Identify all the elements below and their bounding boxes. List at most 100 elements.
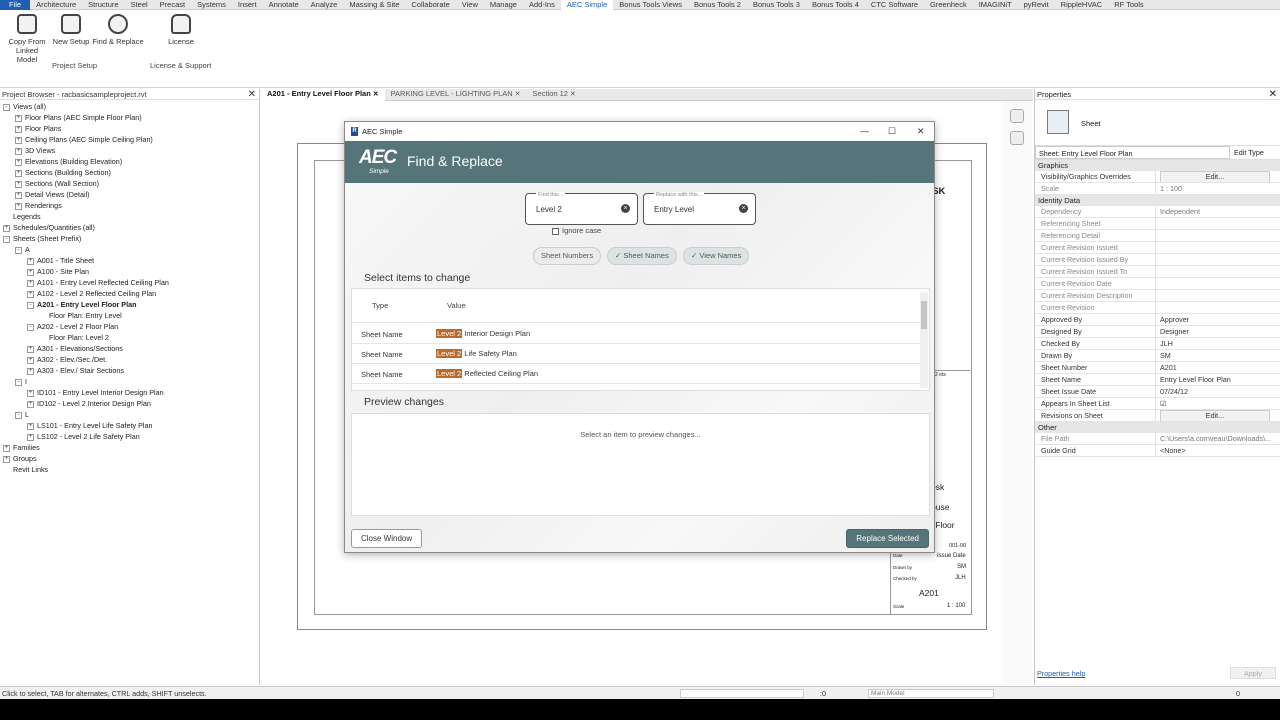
property-value[interactable]: [1155, 266, 1280, 277]
property-value[interactable]: Entry Level Floor Plan: [1155, 374, 1280, 385]
close-icon[interactable]: ✕: [917, 122, 925, 141]
filter-chip[interactable]: ✓ Sheet Names: [607, 247, 677, 265]
expand-toggle-icon[interactable]: +: [27, 279, 34, 287]
table-row[interactable]: Sheet Name Level 2 Interior Design Plan: [352, 324, 922, 344]
tree-item[interactable]: Floor Plan: Level 2: [0, 332, 258, 343]
menu-item[interactable]: Bonus Tools 4: [806, 0, 865, 10]
property-value[interactable]: Independent: [1155, 206, 1280, 217]
menu-item[interactable]: Steel: [125, 0, 154, 10]
tree-item[interactable]: -A: [0, 244, 258, 255]
tree-item[interactable]: + Sections (Wall Section): [0, 178, 258, 189]
expand-toggle-icon[interactable]: +: [27, 290, 34, 298]
tree-item[interactable]: + Families: [0, 442, 258, 453]
tree-item[interactable]: + Elevations (Building Elevation): [0, 156, 258, 167]
expand-toggle-icon[interactable]: +: [15, 202, 22, 210]
tree-item[interactable]: Floor Plan: Entry Level: [0, 310, 258, 321]
tree-item[interactable]: + LS101 - Entry Level Life Safety Plan: [0, 420, 258, 431]
property-value[interactable]: JLH: [1155, 338, 1280, 349]
tree-item[interactable]: + LS102 - Level 2 Life Safety Plan: [0, 431, 258, 442]
menu-item[interactable]: RippleHVAC: [1055, 0, 1109, 10]
tree-item[interactable]: + A301 - Elevations/Sections: [0, 343, 258, 354]
menu-item[interactable]: Add-Ins: [523, 0, 561, 10]
expand-toggle-icon[interactable]: -: [15, 246, 22, 254]
property-value[interactable]: Approver: [1155, 314, 1280, 325]
view-tab[interactable]: Section 12 ✕: [527, 88, 582, 101]
menu-item[interactable]: Systems: [191, 0, 232, 10]
expand-toggle-icon[interactable]: +: [15, 147, 22, 155]
tree-item[interactable]: + ID102 - Level 2 Interior Design Plan: [0, 398, 258, 409]
menu-item[interactable]: View: [456, 0, 484, 10]
expand-toggle-icon[interactable]: -: [27, 323, 34, 331]
view-tab[interactable]: PARKING LEVEL - LIGHTING PLAN ✕: [385, 88, 527, 101]
close-icon[interactable]: ✕: [513, 91, 521, 98]
property-value[interactable]: 07/24/12: [1155, 386, 1280, 397]
menu-item[interactable]: Bonus Tools 2: [688, 0, 747, 10]
clear-find-icon[interactable]: ×: [621, 204, 630, 213]
tree-item[interactable]: + A001 - Title Sheet: [0, 255, 258, 266]
property-value[interactable]: ☑: [1155, 398, 1280, 409]
table-scrollbar[interactable]: [920, 292, 928, 388]
expand-toggle-icon[interactable]: -: [3, 103, 10, 111]
maximize-icon[interactable]: ☐: [888, 122, 896, 141]
menu-item[interactable]: Collaborate: [405, 0, 455, 10]
tree-item[interactable]: + Detail Views (Detail): [0, 189, 258, 200]
tree-item[interactable]: + Renderings: [0, 200, 258, 211]
edit-type-button[interactable]: Edit Type: [1230, 146, 1280, 159]
steering-wheel-icon[interactable]: [1010, 109, 1024, 123]
property-value[interactable]: [1155, 278, 1280, 289]
menu-item[interactable]: Architecture: [30, 0, 82, 10]
property-value[interactable]: Edit...: [1155, 410, 1280, 421]
type-selector[interactable]: Sheet: [1035, 100, 1280, 146]
scrollbar-thumb[interactable]: [921, 301, 927, 329]
expand-toggle-icon[interactable]: +: [27, 422, 34, 430]
filter-chip[interactable]: Sheet Numbers: [533, 247, 602, 265]
menu-item[interactable]: CTC Software: [865, 0, 924, 10]
property-value[interactable]: Designer: [1155, 326, 1280, 337]
tree-item[interactable]: + Groups: [0, 453, 258, 464]
close-icon[interactable]: ✕: [568, 91, 576, 98]
tree-item[interactable]: + A102 - Level 2 Reflected Ceiling Plan: [0, 288, 258, 299]
menu-item[interactable]: IMAGINiT: [973, 0, 1018, 10]
expand-toggle-icon[interactable]: +: [3, 455, 10, 463]
expand-toggle-icon[interactable]: +: [27, 356, 34, 364]
menu-item[interactable]: RF Tools: [1108, 0, 1149, 10]
property-value[interactable]: C:\Users\a.cornveau\Downloads\...: [1155, 433, 1280, 444]
menu-item[interactable]: Bonus Tools 3: [747, 0, 806, 10]
tree-item[interactable]: + A101 - Entry Level Reflected Ceiling Pl…: [0, 277, 258, 288]
property-value[interactable]: Edit...: [1155, 171, 1280, 182]
property-value[interactable]: 1 : 100: [1155, 183, 1280, 194]
tree-item[interactable]: Revit Links: [0, 464, 258, 475]
tree-item[interactable]: + A303 - Elev./ Stair Sections: [0, 365, 258, 376]
expand-toggle-icon[interactable]: +: [15, 169, 22, 177]
expand-toggle-icon[interactable]: +: [15, 191, 22, 199]
menu-item[interactable]: Analyze: [305, 0, 344, 10]
menu-item[interactable]: File: [0, 0, 31, 10]
expand-toggle-icon[interactable]: -: [15, 411, 22, 419]
tree-item[interactable]: + A100 - Site Plan: [0, 266, 258, 277]
expand-toggle-icon[interactable]: +: [15, 125, 22, 133]
zoom-icon[interactable]: [1010, 131, 1024, 145]
menu-item[interactable]: Massing & Site: [343, 0, 405, 10]
property-value[interactable]: [1155, 218, 1280, 229]
license-button[interactable]: License: [164, 14, 198, 46]
tree-item[interactable]: - A202 - Level 2 Floor Plan: [0, 321, 258, 332]
expand-toggle-icon[interactable]: +: [15, 136, 22, 144]
expand-toggle-icon[interactable]: +: [27, 389, 34, 397]
view-tab[interactable]: A201 - Entry Level Floor Plan ✕: [261, 88, 385, 101]
tree-item[interactable]: + Schedules/Quantities (all): [0, 222, 258, 233]
property-value[interactable]: SM: [1155, 350, 1280, 361]
menu-item[interactable]: Insert: [232, 0, 263, 10]
tree-item[interactable]: - A201 - Entry Level Floor Plan: [0, 299, 258, 310]
edit-button[interactable]: Edit...: [1160, 171, 1270, 182]
close-icon[interactable]: ✕: [248, 89, 256, 100]
expand-toggle-icon[interactable]: +: [3, 444, 10, 452]
expand-toggle-icon[interactable]: +: [15, 180, 22, 188]
find-replace-button[interactable]: Find & Replace: [91, 14, 145, 46]
expand-toggle-icon[interactable]: -: [3, 235, 10, 243]
expand-toggle-icon[interactable]: +: [27, 257, 34, 265]
expand-toggle-icon[interactable]: +: [27, 345, 34, 353]
tree-item[interactable]: + Sections (Building Section): [0, 167, 258, 178]
tree-item[interactable]: + Floor Plans: [0, 123, 258, 134]
menu-item[interactable]: AEC Simple: [560, 0, 614, 10]
tree-item[interactable]: -I: [0, 376, 258, 387]
